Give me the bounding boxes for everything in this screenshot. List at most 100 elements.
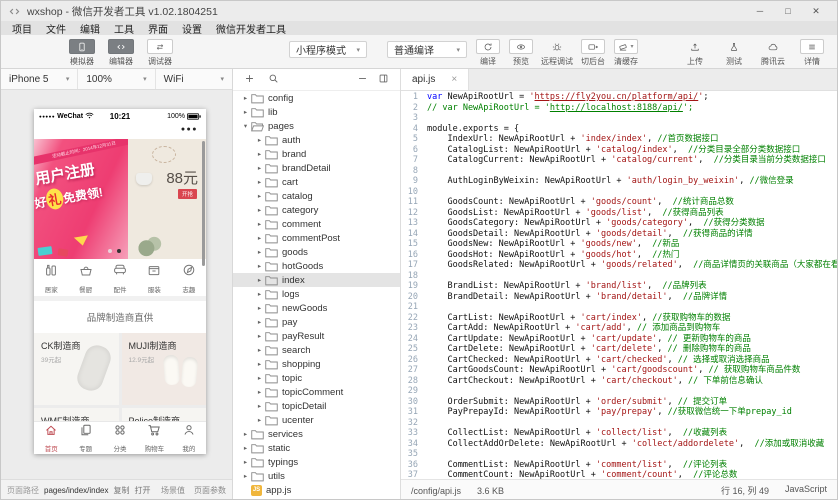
tree-item-topic[interactable]: ▸topic [233, 371, 400, 385]
banner-buy-button[interactable]: 开抢 [178, 189, 197, 199]
folder-icon [265, 275, 278, 286]
category-item[interactable]: 志趣 [172, 262, 206, 296]
toggle-phone[interactable]: 模拟器 [67, 39, 97, 67]
page-params-button[interactable]: 页面参数 [194, 485, 226, 496]
tree-item-pay[interactable]: ▸pay [233, 315, 400, 329]
tabbar-profile[interactable]: 我的 [172, 422, 206, 454]
maximize-button[interactable]: □ [774, 2, 802, 20]
action-cache[interactable]: ▾清缓存 [613, 39, 639, 67]
tree-item-brandDetail[interactable]: ▸brandDetail [233, 161, 400, 175]
banner-slide-register[interactable]: 活动截止时间：2014年12月31日 用户注册 好礼免费领! [34, 139, 128, 259]
tree-item-shopping[interactable]: ▸shopping [233, 357, 400, 371]
tree-item-utils[interactable]: ▸utils [233, 469, 400, 483]
tree-item-lib[interactable]: ▸lib [233, 105, 400, 119]
language-mode[interactable]: JavaScript [785, 484, 827, 497]
tree-item-cart[interactable]: ▸cart [233, 175, 400, 189]
search-icon[interactable] [268, 71, 279, 89]
code-line: 17 GoodsRelated: NewApiRootUrl + 'goods/… [401, 260, 837, 271]
action-eye[interactable]: 预览 [508, 39, 534, 67]
tree-item-newGoods[interactable]: ▸newGoods [233, 301, 400, 315]
action-cloud[interactable]: 腾讯云 [760, 39, 786, 67]
tree-item-payResult[interactable]: ▸payResult [233, 329, 400, 343]
tabbar-home[interactable]: 首页 [34, 422, 68, 454]
menu-item-5[interactable]: 设置 [175, 21, 209, 36]
tree-item-catalog[interactable]: ▸catalog [233, 189, 400, 203]
brand-card[interactable]: CK制造商39元起 [34, 333, 119, 405]
tree-item-goods[interactable]: ▸goods [233, 245, 400, 259]
tree-item-typings[interactable]: ▸typings [233, 455, 400, 469]
toggle-code[interactable]: 编辑器 [106, 39, 136, 67]
add-file-icon[interactable] [244, 71, 255, 89]
menu-item-6[interactable]: 微信开发者工具 [209, 21, 293, 36]
action-upload[interactable]: 上传 [682, 39, 708, 67]
banner-slide-next[interactable]: 88元 开抢 [128, 139, 206, 259]
menu-item-0[interactable]: 项目 [5, 21, 39, 36]
code-area[interactable]: 1var NewApiRootUrl = 'https://fly2you.cn… [401, 91, 837, 479]
banner-carousel[interactable]: 活动截止时间：2014年12月31日 用户注册 好礼免费领! 88元 开抢 [34, 139, 206, 259]
tree-item-comment[interactable]: ▸comment [233, 217, 400, 231]
tree-item-hotGoods[interactable]: ▸hotGoods [233, 259, 400, 273]
action-label: 详情 [804, 56, 820, 67]
tree-item-logs[interactable]: ▸logs [233, 287, 400, 301]
tabbar-category[interactable]: 分类 [103, 422, 137, 454]
action-test[interactable]: 测试 [721, 39, 747, 67]
menu-item-1[interactable]: 文件 [39, 21, 73, 36]
chevron-icon: ▸ [241, 472, 250, 480]
tabbar-cart[interactable]: 购物车 [137, 422, 171, 454]
tree-item-static[interactable]: ▸static [233, 441, 400, 455]
menu-item-3[interactable]: 工具 [107, 21, 141, 36]
category-item[interactable]: 居家 [34, 262, 68, 296]
tree-item-ucenter[interactable]: ▸ucenter [233, 413, 400, 427]
category-label: 服装 [148, 284, 161, 294]
action-refresh[interactable]: 编译 [475, 39, 501, 67]
tree-item-topicDetail[interactable]: ▸topicDetail [233, 399, 400, 413]
category-item[interactable]: 配件 [103, 262, 137, 296]
device-select[interactable]: iPhone 5 ▾ [1, 69, 78, 89]
tree-item-search[interactable]: ▸search [233, 343, 400, 357]
menu-item-2[interactable]: 编辑 [73, 21, 107, 36]
chevron-icon: ▸ [255, 360, 264, 368]
clock-label: 10:21 [34, 112, 206, 121]
zoom-select[interactable]: 100% ▾ [78, 69, 155, 89]
tree-item-topicComment[interactable]: ▸topicComment [233, 385, 400, 399]
tab-api-js[interactable]: api.js × [401, 69, 469, 90]
line-number: 16 [401, 250, 427, 261]
scene-value-button[interactable]: 场景值 [161, 485, 185, 496]
cursor-position[interactable]: 行 16, 列 49 [721, 484, 769, 497]
category-item[interactable]: 餐厨 [68, 262, 102, 296]
tree-item-category[interactable]: ▸category [233, 203, 400, 217]
tree-item-pages[interactable]: ▾pages [233, 119, 400, 133]
explorer-toolbar [233, 69, 400, 91]
action-details[interactable]: 详情 [799, 39, 825, 67]
collapse-all-icon[interactable] [357, 71, 368, 89]
category-item[interactable]: 服装 [137, 262, 171, 296]
menu-item-4[interactable]: 界面 [141, 21, 175, 36]
compile-mode-select[interactable]: 普通编译 ▾ [387, 41, 467, 58]
chevron-icon: ▸ [255, 276, 264, 284]
code-line: 11 GoodsCount: NewApiRootUrl + 'goods/co… [401, 197, 837, 208]
tree-item-commentPost[interactable]: ▸commentPost [233, 231, 400, 245]
split-view-icon[interactable] [378, 71, 389, 89]
tree-item-services[interactable]: ▸services [233, 427, 400, 441]
close-button[interactable]: ✕ [802, 2, 830, 20]
open-path-button[interactable]: 打开 [135, 485, 151, 496]
tree-item-config[interactable]: ▸config [233, 91, 400, 105]
tree-item-brand[interactable]: ▸brand [233, 147, 400, 161]
minimize-button[interactable]: ─ [746, 2, 774, 20]
tree-item-app.js[interactable]: JSapp.js [233, 483, 400, 497]
tab-label: api.js [412, 74, 435, 85]
network-select[interactable]: WiFi ▾ [156, 69, 232, 89]
tree-item-auth[interactable]: ▸auth [233, 133, 400, 147]
more-menu-icon[interactable]: ●●● [181, 126, 198, 133]
close-tab-icon[interactable]: × [451, 74, 457, 85]
phone-scrollbar[interactable] [202, 141, 205, 266]
code-line: 14 GoodsDetail: NewApiRootUrl + 'goods/d… [401, 229, 837, 240]
toggle-debugger[interactable]: 调试器 [145, 39, 175, 67]
brand-card[interactable]: MUJI制造商12.9元起 [122, 333, 207, 405]
tree-item-index[interactable]: ▸index [233, 273, 400, 287]
tabbar-topics[interactable]: 专题 [68, 422, 102, 454]
copy-path-button[interactable]: 复制 [114, 485, 130, 496]
mode-select[interactable]: 小程序模式 ▾ [289, 41, 367, 58]
action-background[interactable]: 切后台 [580, 39, 606, 67]
action-bug[interactable]: 远程调试 [541, 39, 573, 67]
